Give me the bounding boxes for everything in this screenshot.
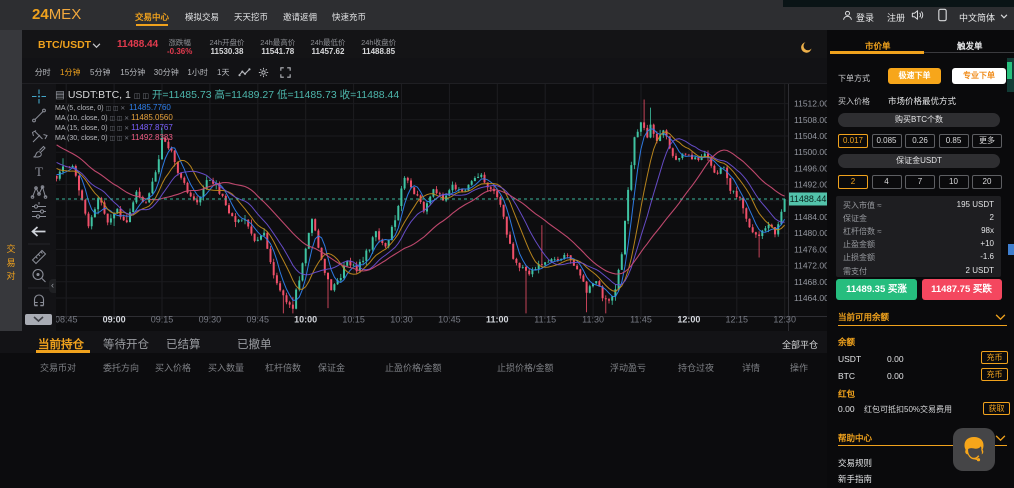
svg-text:11492.00: 11492.00 bbox=[794, 180, 827, 190]
svg-text:10:15: 10:15 bbox=[342, 315, 365, 325]
svg-text:11508.00: 11508.00 bbox=[794, 115, 827, 125]
svg-text:09:15: 09:15 bbox=[151, 315, 174, 325]
svg-text:10:45: 10:45 bbox=[438, 315, 461, 325]
svg-text:11464.00: 11464.00 bbox=[794, 293, 827, 303]
svg-text:11500.00: 11500.00 bbox=[794, 147, 827, 157]
svg-text:11504.00: 11504.00 bbox=[794, 131, 827, 141]
svg-text:11512.00: 11512.00 bbox=[794, 99, 827, 109]
svg-text:11:30: 11:30 bbox=[582, 315, 604, 325]
svg-text:11:45: 11:45 bbox=[630, 315, 652, 325]
svg-text:11480.00: 11480.00 bbox=[794, 228, 827, 238]
svg-text:11496.00: 11496.00 bbox=[794, 163, 827, 173]
svg-text:09:00: 09:00 bbox=[103, 315, 126, 325]
svg-text:10:30: 10:30 bbox=[390, 315, 413, 325]
svg-text:09:30: 09:30 bbox=[199, 315, 222, 325]
svg-text:11472.00: 11472.00 bbox=[794, 261, 827, 271]
svg-text:T: T bbox=[35, 164, 43, 179]
svg-text:11:00: 11:00 bbox=[486, 315, 509, 325]
svg-text:11468.00: 11468.00 bbox=[794, 277, 827, 287]
svg-text:11476.00: 11476.00 bbox=[794, 244, 827, 254]
svg-text:10:00: 10:00 bbox=[294, 315, 317, 325]
svg-text:08:45: 08:45 bbox=[56, 315, 77, 325]
svg-text:12:15: 12:15 bbox=[726, 315, 749, 325]
svg-text:12:00: 12:00 bbox=[677, 315, 700, 325]
svg-text:11488.44: 11488.44 bbox=[790, 194, 827, 204]
svg-text:12:30: 12:30 bbox=[773, 315, 796, 325]
svg-text:11:15: 11:15 bbox=[534, 315, 556, 325]
svg-text:09:45: 09:45 bbox=[247, 315, 270, 325]
svg-text:11484.00: 11484.00 bbox=[794, 212, 827, 222]
